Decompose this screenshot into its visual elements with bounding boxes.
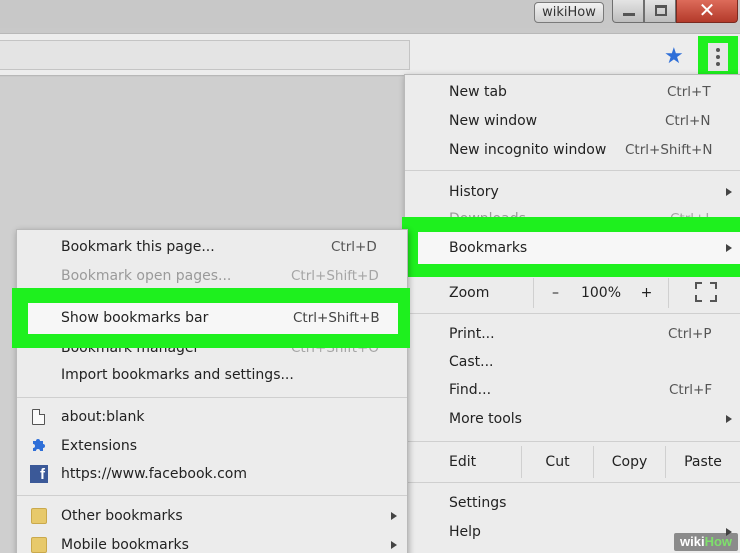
shortcut-new-incognito: Ctrl+Shift+N	[625, 142, 713, 158]
shortcut-bookmark-open-pages: Ctrl+Shift+D	[291, 268, 379, 284]
zoom-value: 100%	[580, 285, 622, 301]
submenu-arrow-icon	[726, 244, 732, 252]
menu-separator	[405, 313, 740, 314]
maximize-button[interactable]	[644, 0, 676, 23]
edit-label: Edit	[449, 454, 477, 470]
shortcut-new-tab: Ctrl+T	[667, 84, 711, 100]
address-bar[interactable]	[0, 40, 410, 70]
bookmark-facebook[interactable]: https://www.facebook.com	[61, 460, 247, 488]
facebook-icon: f	[30, 465, 48, 483]
show-bookmarks-bar-item[interactable]: Show bookmarks bar	[61, 304, 208, 332]
menu-separator	[17, 495, 407, 496]
zoom-in-button[interactable]: +	[625, 278, 669, 308]
menu-separator	[405, 170, 740, 171]
wikihow-title-button[interactable]: wikiHow	[534, 2, 604, 23]
submenu-arrow-icon	[726, 188, 732, 196]
minimize-button[interactable]	[612, 0, 644, 23]
minimize-icon	[623, 13, 635, 16]
menu-item-settings[interactable]: Settings	[449, 489, 506, 517]
cut-button[interactable]: Cut	[521, 446, 593, 478]
mobile-bookmarks-folder[interactable]: Mobile bookmarks	[61, 531, 189, 553]
folder-icon	[31, 537, 47, 553]
import-bookmarks-item[interactable]: Import bookmarks and settings...	[61, 361, 294, 389]
menu-item-find[interactable]: Find...	[449, 376, 491, 404]
shortcut-show-bookmarks-bar: Ctrl+Shift+B	[293, 310, 380, 326]
menu-item-bookmarks[interactable]: Bookmarks	[449, 234, 527, 262]
bookmark-about-blank[interactable]: about:blank	[61, 403, 144, 431]
submenu-arrow-icon	[391, 541, 397, 549]
shortcut-print: Ctrl+P	[668, 326, 712, 342]
shortcut-new-window: Ctrl+N	[665, 113, 711, 129]
shortcut-bookmark-manager: Ctrl+Shift+O	[291, 348, 379, 356]
menu-item-new-window[interactable]: New window	[449, 107, 537, 135]
bookmark-manager-item[interactable]: Bookmark manager	[61, 348, 199, 356]
menu-item-cast[interactable]: Cast...	[449, 348, 494, 376]
shortcut-find: Ctrl+F	[669, 382, 713, 398]
kebab-menu-icon[interactable]	[708, 43, 728, 71]
bookmark-extensions[interactable]: Extensions	[61, 432, 137, 460]
menu-item-new-tab[interactable]: New tab	[449, 78, 507, 106]
submenu-arrow-icon	[726, 415, 732, 423]
fullscreen-icon[interactable]	[695, 282, 717, 302]
folder-icon	[31, 508, 47, 524]
menu-item-help[interactable]: Help	[449, 518, 481, 546]
menu-item-more-tools[interactable]: More tools	[449, 405, 522, 433]
star-icon[interactable]: ★	[664, 44, 684, 70]
copy-button[interactable]: Copy	[593, 446, 665, 478]
menu-item-print[interactable]: Print...	[449, 320, 495, 348]
maximize-icon	[655, 5, 667, 16]
menu-separator	[405, 482, 740, 483]
page-icon	[32, 409, 45, 425]
menu-separator	[17, 397, 407, 398]
bookmark-this-page-item[interactable]: Bookmark this page...	[61, 233, 215, 261]
close-icon: ✕	[698, 0, 716, 22]
paste-button[interactable]: Paste	[665, 446, 740, 478]
shortcut-bookmark-page: Ctrl+D	[331, 239, 377, 255]
menu-separator	[405, 441, 740, 442]
submenu-arrow-icon	[391, 512, 397, 520]
other-bookmarks-folder[interactable]: Other bookmarks	[61, 502, 183, 530]
bookmark-open-pages-item[interactable]: Bookmark open pages...	[61, 262, 231, 290]
wikihow-watermark: wikiHow	[674, 533, 738, 551]
menu-item-history[interactable]: History	[449, 178, 499, 206]
zoom-label: Zoom	[449, 285, 490, 301]
zoom-out-button[interactable]: –	[533, 278, 577, 308]
close-button[interactable]: ✕	[676, 0, 738, 23]
menu-item-new-incognito-window[interactable]: New incognito window	[449, 136, 606, 164]
puzzle-piece-icon	[33, 439, 45, 451]
